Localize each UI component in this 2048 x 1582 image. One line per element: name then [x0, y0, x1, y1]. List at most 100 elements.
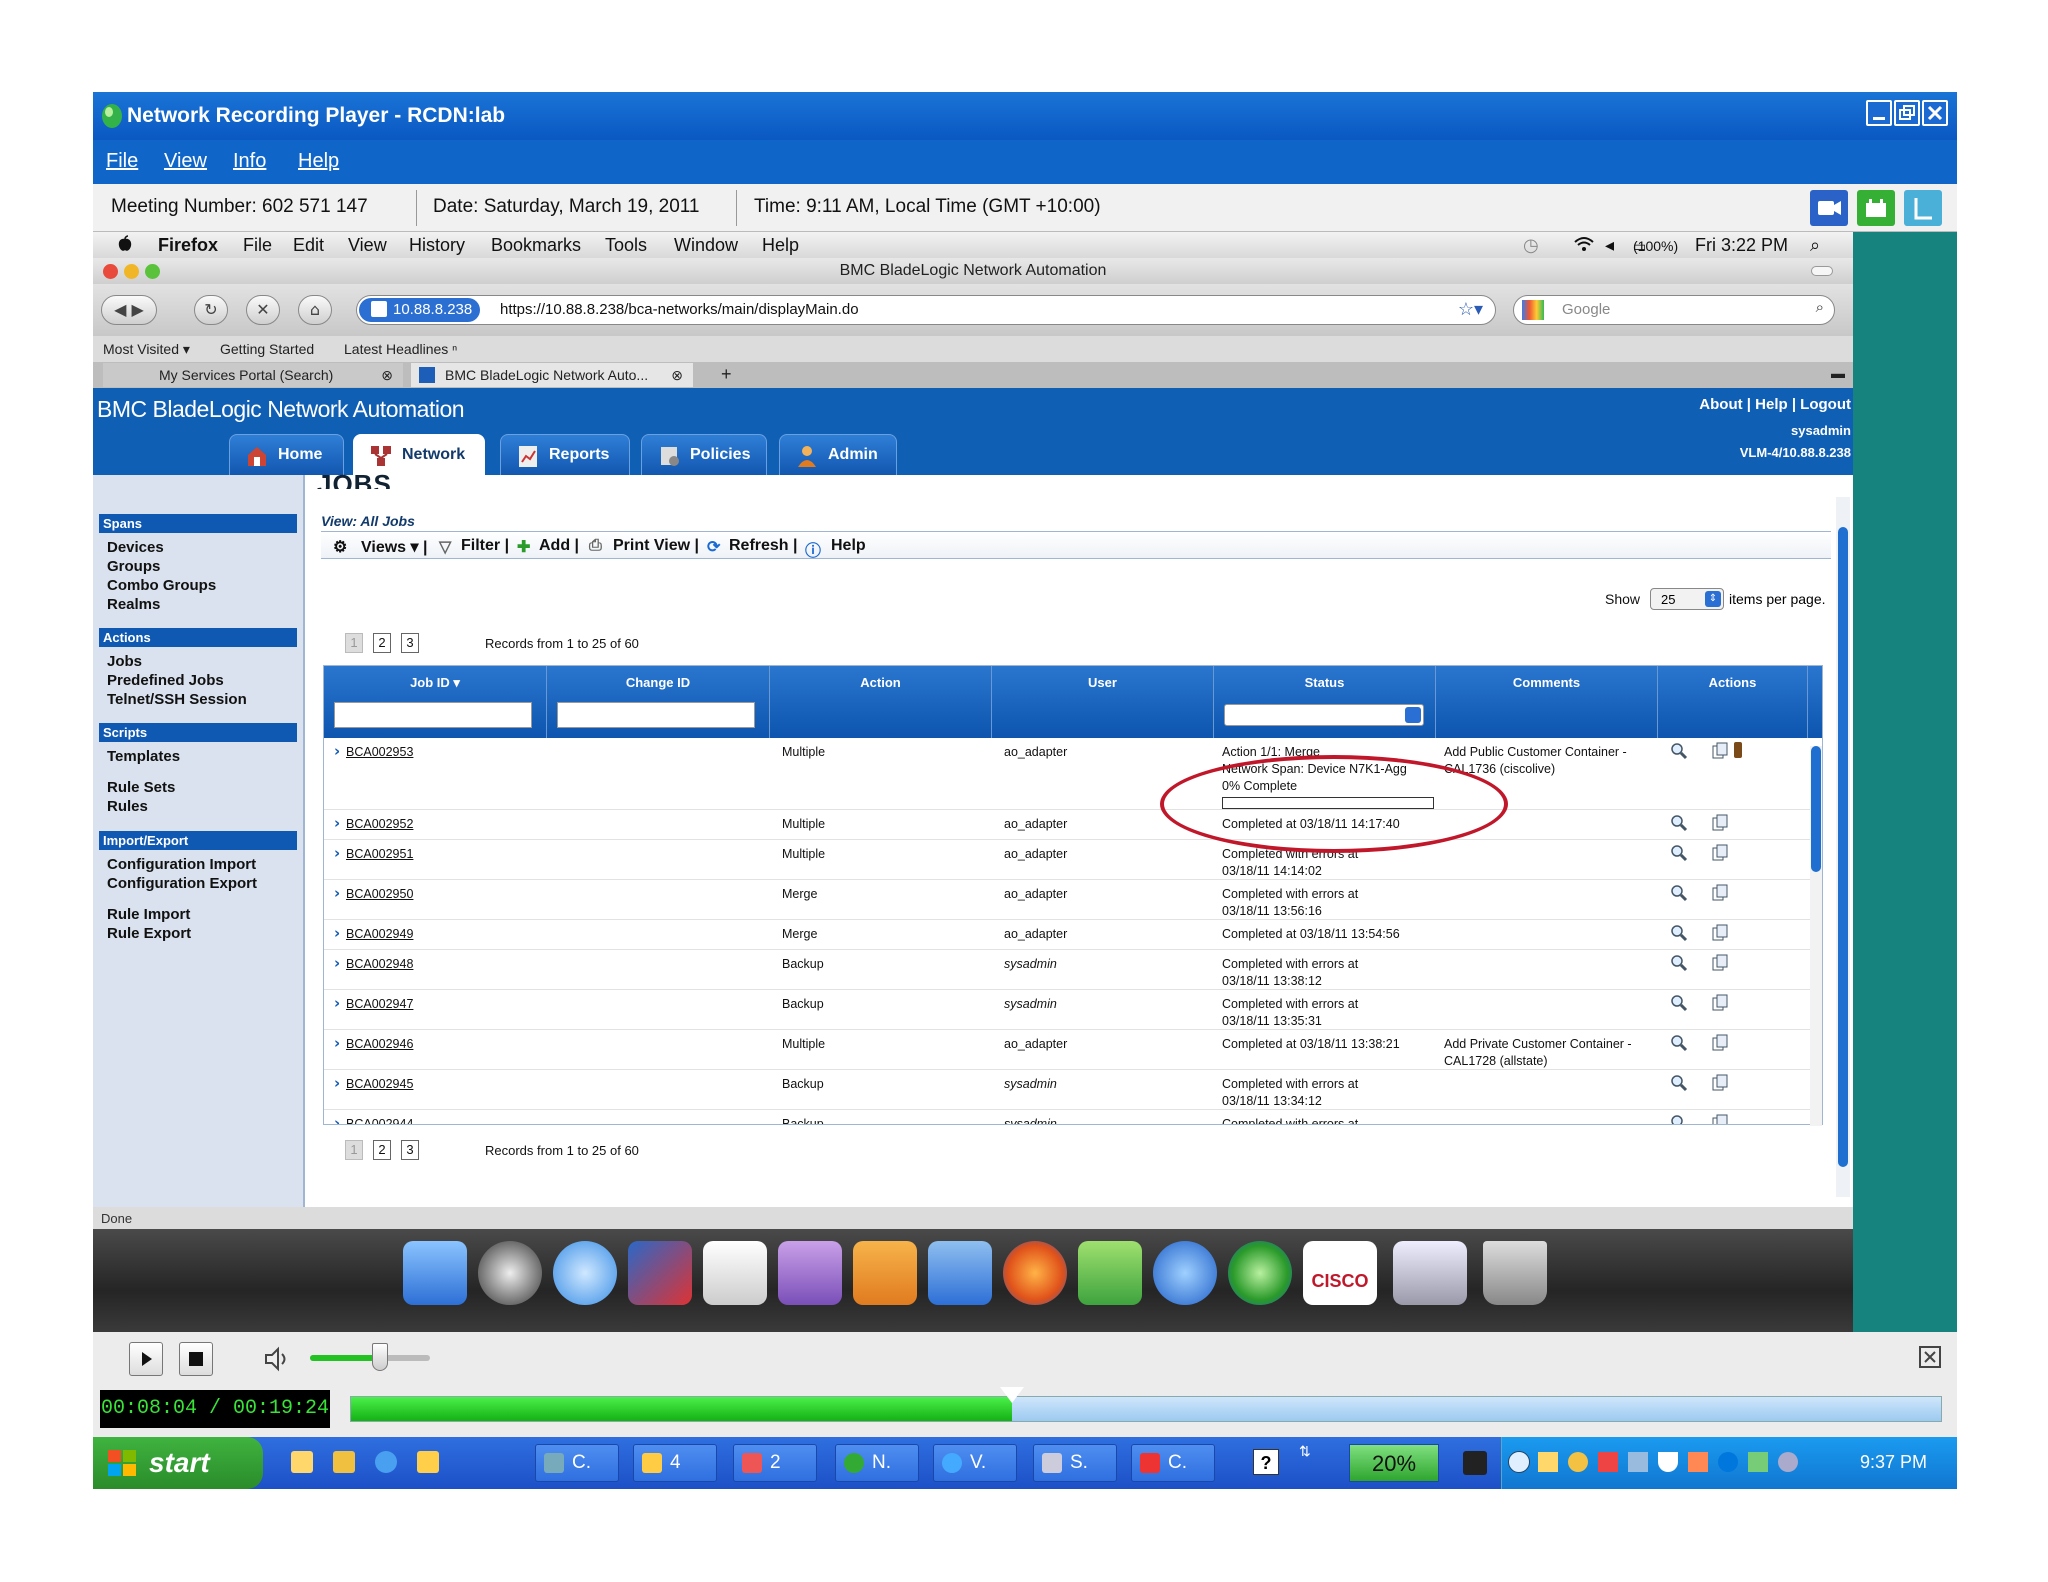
mac-menu-window[interactable]: Window: [674, 235, 738, 256]
column-user[interactable]: User: [992, 666, 1214, 738]
play-button[interactable]: [129, 1342, 163, 1376]
table-row[interactable]: › BCA002953 Multiple ao_adapter Action 1/1: …: [324, 738, 1822, 810]
filter-button[interactable]: Filter |: [461, 537, 509, 555]
tray-app-icon[interactable]: [1688, 1452, 1708, 1472]
remote-desktop-icon[interactable]: [628, 1241, 692, 1305]
expand-chevron-icon[interactable]: ›: [334, 814, 340, 832]
expand-chevron-icon[interactable]: ›: [334, 1034, 340, 1052]
column-comments[interactable]: Comments: [1436, 666, 1658, 738]
tray-bluetooth-icon[interactable]: [1718, 1452, 1738, 1472]
mac-menu-file[interactable]: File: [243, 235, 272, 256]
table-row[interactable]: › BCA002950 Merge ao_adapter Completed with …: [324, 880, 1822, 920]
finder-icon[interactable]: [403, 1241, 467, 1305]
mac-menu-history[interactable]: History: [409, 235, 465, 256]
job-id-link[interactable]: BCA002952: [346, 816, 413, 833]
copy-job-icon[interactable]: [1711, 994, 1729, 1012]
seek-bar[interactable]: [350, 1387, 1942, 1422]
menu-view[interactable]: View: [164, 150, 207, 173]
sidebar-item-predefined-jobs[interactable]: Predefined Jobs: [107, 672, 224, 689]
view-details-icon[interactable]: [1670, 884, 1688, 902]
home-icon[interactable]: ⌂: [298, 295, 332, 325]
job-id-link[interactable]: BCA002949: [346, 926, 413, 943]
job-id-filter-input[interactable]: [334, 702, 532, 728]
tray-alert-icon[interactable]: [1598, 1452, 1618, 1472]
expand-chevron-icon[interactable]: ›: [334, 954, 340, 972]
power-plug-icon[interactable]: [1463, 1451, 1487, 1475]
word-icon[interactable]: [928, 1241, 992, 1305]
select-arrow-icon[interactable]: [1405, 707, 1421, 723]
toolbar-toggle-icon[interactable]: [1811, 266, 1833, 276]
job-id-link[interactable]: BCA002950: [346, 886, 413, 903]
tab-policies[interactable]: Policies: [641, 434, 767, 475]
textedit-icon[interactable]: [703, 1241, 767, 1305]
bookmark-getting-started[interactable]: Getting Started: [220, 341, 314, 357]
close-player-icon[interactable]: [1919, 1346, 1941, 1368]
reload-icon[interactable]: ↻: [194, 295, 228, 325]
table-scrollbar[interactable]: [1810, 746, 1822, 1126]
views-button[interactable]: Views ▾ |: [361, 537, 427, 557]
refresh-button[interactable]: Refresh |: [729, 537, 798, 555]
copy-job-icon[interactable]: [1711, 924, 1729, 942]
view-details-icon[interactable]: [1670, 1034, 1688, 1052]
expand-chevron-icon[interactable]: ›: [334, 1074, 340, 1092]
column-status[interactable]: Status: [1214, 666, 1436, 738]
bookmark-latest-headlines[interactable]: Latest Headlines ⁿ: [344, 341, 457, 357]
tab-bladelogic[interactable]: BMC BladeLogic Network Auto... ⊗: [411, 363, 693, 387]
time-machine-icon[interactable]: ◷: [1523, 235, 1539, 256]
quicklaunch-mail-icon[interactable]: [417, 1451, 439, 1473]
tab-list-icon[interactable]: ▬: [1831, 365, 1845, 381]
page-scrollbar[interactable]: [1836, 497, 1850, 1197]
tray-mail-icon[interactable]: [1538, 1452, 1558, 1472]
cancel-job-icon[interactable]: [1734, 742, 1742, 758]
restore-arrows-icon[interactable]: ⇅: [1299, 1443, 1311, 1460]
expand-chevron-icon[interactable]: ›: [334, 844, 340, 862]
job-id-link[interactable]: BCA002946: [346, 1036, 413, 1053]
cisco-icon[interactable]: CISCO: [1303, 1241, 1377, 1305]
apple-icon[interactable]: [117, 235, 133, 253]
table-row[interactable]: › BCA002948 Backup sysadmin Completed with e…: [324, 950, 1822, 990]
mac-menu-help[interactable]: Help: [762, 235, 799, 256]
page-2-button[interactable]: 2: [373, 633, 391, 653]
powerpoint-icon[interactable]: [853, 1241, 917, 1305]
video-icon[interactable]: [1810, 190, 1848, 226]
view-details-icon[interactable]: [1670, 954, 1688, 972]
page-3-button[interactable]: 3: [401, 1140, 419, 1160]
url-text[interactable]: https://10.88.8.238/bca-networks/main/di…: [500, 301, 859, 318]
view-details-icon[interactable]: [1670, 1114, 1688, 1124]
back-forward-icon[interactable]: ◀ ▶: [101, 295, 157, 325]
job-id-link[interactable]: BCA002945: [346, 1076, 413, 1093]
wifi-icon[interactable]: [1573, 235, 1595, 253]
sidebar-item-rules[interactable]: Rules: [107, 798, 148, 815]
expand-chevron-icon[interactable]: ›: [334, 884, 340, 902]
page-scroll-thumb[interactable]: [1838, 527, 1848, 1167]
close-icon[interactable]: [1922, 100, 1948, 126]
volume-thumb[interactable]: [371, 1343, 388, 1371]
view-details-icon[interactable]: [1670, 994, 1688, 1012]
search-icon[interactable]: ⌕: [1816, 299, 1824, 316]
job-id-link[interactable]: BCA002947: [346, 996, 413, 1013]
copy-job-icon[interactable]: [1711, 1034, 1729, 1052]
copy-job-icon[interactable]: [1711, 1114, 1729, 1124]
column-job-id[interactable]: Job ID ▾: [324, 666, 547, 738]
close-tab-icon[interactable]: ⊗: [671, 363, 683, 387]
quicklaunch-outlook-icon[interactable]: [291, 1451, 313, 1473]
menu-help[interactable]: Help: [298, 150, 339, 173]
sidebar-item-telnet-ssh[interactable]: Telnet/SSH Session: [107, 691, 247, 708]
tab-reports[interactable]: Reports: [500, 434, 630, 475]
close-tab-icon[interactable]: ⊗: [381, 363, 393, 387]
table-row[interactable]: › BCA002945 Backup sysadmin Completed with e…: [324, 1070, 1822, 1110]
job-id-link[interactable]: BCA002944: [346, 1116, 413, 1124]
new-tab-icon[interactable]: +: [721, 364, 732, 385]
dashboard-icon[interactable]: [478, 1241, 542, 1305]
page-1-button[interactable]: 1: [345, 1140, 363, 1160]
google-icon[interactable]: [1522, 300, 1544, 320]
add-button[interactable]: Add |: [539, 537, 579, 555]
stop-icon[interactable]: ✕: [246, 295, 280, 325]
change-id-filter-input[interactable]: [557, 702, 755, 728]
tray-messenger-icon[interactable]: [1568, 1452, 1588, 1472]
expand-chevron-icon[interactable]: ›: [334, 742, 340, 760]
mac-menu-bookmarks[interactable]: Bookmarks: [491, 235, 581, 256]
tray-search-icon[interactable]: [1778, 1452, 1798, 1472]
taskbar-item-5[interactable]: V.: [933, 1444, 1017, 1482]
view-details-icon[interactable]: [1670, 1074, 1688, 1092]
